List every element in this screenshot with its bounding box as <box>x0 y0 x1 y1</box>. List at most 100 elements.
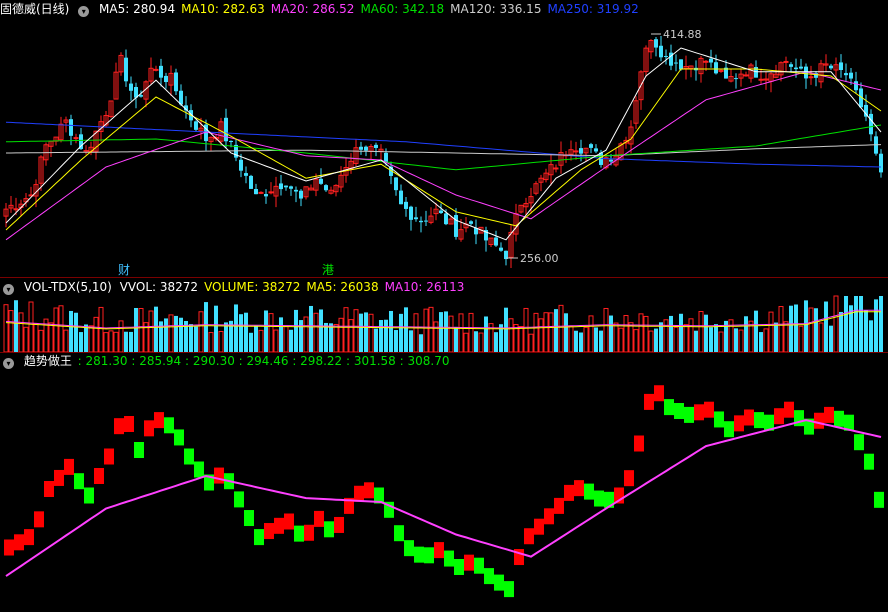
ma-label-group: MA5: 280.94 MA10: 282.63 MA20: 286.52 MA60:… <box>99 2 645 16</box>
candle-body <box>254 189 258 195</box>
volume-bar <box>108 330 114 353</box>
indicator-block <box>644 393 654 410</box>
chart-canvas[interactable]: 414.88 256.00 财 港 <box>0 0 888 612</box>
volume-bar <box>698 310 704 353</box>
indicator-block <box>504 581 514 598</box>
candle-body <box>224 117 228 142</box>
volume-bar <box>18 312 24 353</box>
candle-body <box>454 215 458 237</box>
candle-body <box>374 144 378 148</box>
volume-bar <box>283 325 289 353</box>
volume-bar <box>663 319 669 353</box>
candle-body <box>394 177 398 191</box>
volume-bar <box>333 323 339 353</box>
volume-bar <box>783 321 789 353</box>
volume-bar <box>8 310 14 353</box>
price-legend: 固德威(日线) ▾ MA5: 280.94 MA10: 282.63 MA20: 2… <box>0 0 651 18</box>
indicator-block <box>114 418 124 435</box>
volume-bar <box>654 328 658 352</box>
indicator-block <box>64 458 74 475</box>
low-label: 256.00 <box>520 252 559 265</box>
volume-bar <box>759 332 763 352</box>
candle-body <box>239 159 243 171</box>
volume-bar <box>869 320 873 352</box>
indicator-block <box>584 483 594 500</box>
volume-bar <box>833 295 839 353</box>
volume-bar <box>319 309 323 352</box>
indicator-block <box>454 559 464 575</box>
candle-body <box>469 221 473 224</box>
indicator-block <box>124 416 134 432</box>
volume-bar <box>694 330 698 352</box>
volume-bar <box>164 318 168 352</box>
volume-bar <box>353 309 359 353</box>
volume-bar <box>433 321 439 353</box>
indicator-block <box>854 434 864 451</box>
volume-bar <box>844 296 848 352</box>
candle-body <box>674 62 678 64</box>
candle-body <box>289 186 293 189</box>
ma-label-4: MA120: 336.15 <box>450 2 542 16</box>
volume-bar <box>103 332 109 353</box>
volume-bar <box>48 322 54 353</box>
volume-bar <box>279 317 283 352</box>
indicator-block <box>414 546 424 563</box>
volume-bar <box>804 300 808 352</box>
volume-bar <box>818 322 824 353</box>
volume-bar <box>864 310 868 352</box>
volume-bar <box>38 329 44 353</box>
indicator-block <box>674 403 684 419</box>
volume-bar <box>264 310 268 352</box>
settings-icon[interactable]: ▾ <box>3 358 14 369</box>
volume-bar <box>618 327 624 353</box>
volume-bar <box>798 325 804 353</box>
volume-bar <box>23 326 29 353</box>
ma5-line <box>5 47 882 241</box>
volume-bar <box>189 324 193 352</box>
volume-bar <box>84 324 88 352</box>
volume-bar <box>738 329 744 353</box>
volume-bar <box>588 315 594 353</box>
indicator-block <box>444 550 454 567</box>
volume-bar <box>778 306 784 353</box>
volume-bar <box>458 313 464 353</box>
indicator-block <box>334 516 344 533</box>
indicator-block <box>184 448 194 465</box>
candle-body <box>174 72 178 92</box>
volume-bar <box>454 326 458 352</box>
candle-body <box>439 210 443 214</box>
candle-body <box>13 208 19 211</box>
volume-bar <box>423 308 429 353</box>
vol-label-2: MA5: 26038 <box>306 280 379 294</box>
indicator-block <box>34 511 44 528</box>
volume-bar <box>669 315 673 352</box>
candle-body <box>294 189 298 192</box>
settings-icon[interactable]: ▾ <box>3 284 14 295</box>
candle-body <box>139 95 143 97</box>
candle-body <box>264 194 268 197</box>
indicator-block <box>714 411 724 428</box>
volume-bar <box>409 330 413 352</box>
indicator-block <box>194 461 204 478</box>
candle-body <box>734 78 738 80</box>
candle-body <box>399 190 403 205</box>
volume-bar <box>234 304 238 352</box>
candle-body <box>124 57 128 82</box>
candle-body <box>244 173 248 176</box>
volume-bar <box>254 325 258 352</box>
candle-body <box>159 65 163 78</box>
candle-body <box>714 62 718 74</box>
stock-chart-window: 固德威(日线) ▾ MA5: 280.94 MA10: 282.63 MA20: 2… <box>0 0 888 612</box>
volume-bar <box>148 310 154 353</box>
candle-body <box>258 191 264 194</box>
indicator-block <box>544 508 554 525</box>
candle-body <box>589 144 593 148</box>
volume-bar <box>763 328 769 353</box>
ma250-line <box>5 121 882 168</box>
volume-bar <box>268 313 274 353</box>
volume-bar <box>874 299 878 352</box>
indicator-block <box>104 448 114 465</box>
settings-icon[interactable]: ▾ <box>78 6 90 17</box>
volume-bar <box>404 307 408 352</box>
indicator-title: 趋势做王 <box>23 354 72 368</box>
